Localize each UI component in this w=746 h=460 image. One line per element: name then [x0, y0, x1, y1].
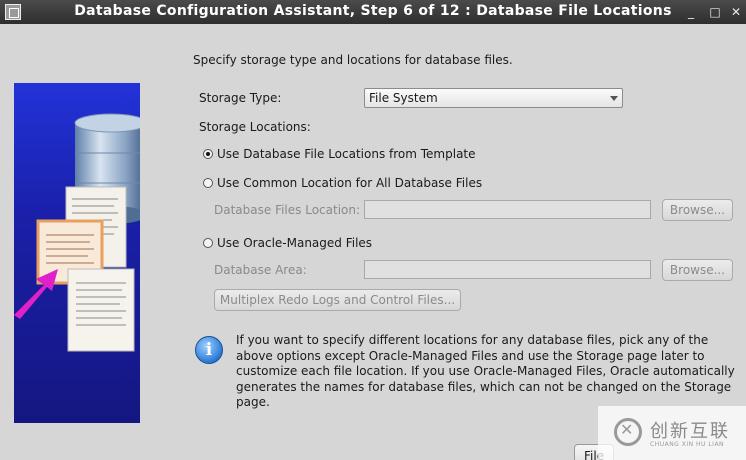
db-files-location-field[interactable] [364, 200, 651, 219]
db-files-location-label: Database Files Location: [214, 203, 361, 217]
multiplex-redo-logs-button[interactable]: Multiplex Redo Logs and Control Files... [214, 289, 461, 311]
chevron-down-icon [610, 96, 618, 101]
browse-db-area-button[interactable]: Browse... [662, 259, 733, 281]
window-title: Database Configuration Assistant, Step 6… [74, 3, 672, 19]
radio-common-location-label[interactable]: Use Common Location for All Database Fil… [217, 176, 482, 190]
watermark-text-cn: 创新互联 [650, 421, 730, 442]
radio-oracle-managed[interactable] [203, 238, 213, 248]
db-area-field[interactable] [364, 260, 651, 279]
storage-type-label: Storage Type: [199, 91, 282, 105]
radio-common-location[interactable] [203, 178, 213, 188]
watermark: 创新互联 CHUANG XIN HU LIAN [598, 406, 746, 460]
radio-oracle-managed-label[interactable]: Use Oracle-Managed Files [217, 236, 372, 250]
database-files-illustration [14, 113, 140, 352]
db-area-label: Database Area: [214, 263, 307, 277]
minimize-button[interactable]: _ [682, 3, 700, 21]
radio-template-locations[interactable] [203, 149, 213, 159]
watermark-text-en: CHUANG XIN HU LIAN [650, 441, 725, 448]
radio-template-locations-label[interactable]: Use Database File Locations from Templat… [217, 147, 476, 161]
info-message: If you want to specify different locatio… [236, 333, 735, 409]
storage-type-select[interactable]: File System [364, 88, 623, 108]
wizard-illustration [14, 83, 140, 423]
browse-files-location-button[interactable]: Browse... [662, 199, 733, 221]
watermark-logo-icon [614, 418, 642, 446]
maximize-button[interactable]: □ [706, 3, 724, 21]
title-bar: Database Configuration Assistant, Step 6… [0, 0, 746, 24]
storage-type-value: File System [369, 91, 438, 105]
close-button[interactable]: ✕ [727, 3, 745, 21]
storage-locations-label: Storage Locations: [199, 120, 311, 134]
intro-text: Specify storage type and locations for d… [193, 53, 513, 67]
info-icon: i [195, 336, 223, 364]
